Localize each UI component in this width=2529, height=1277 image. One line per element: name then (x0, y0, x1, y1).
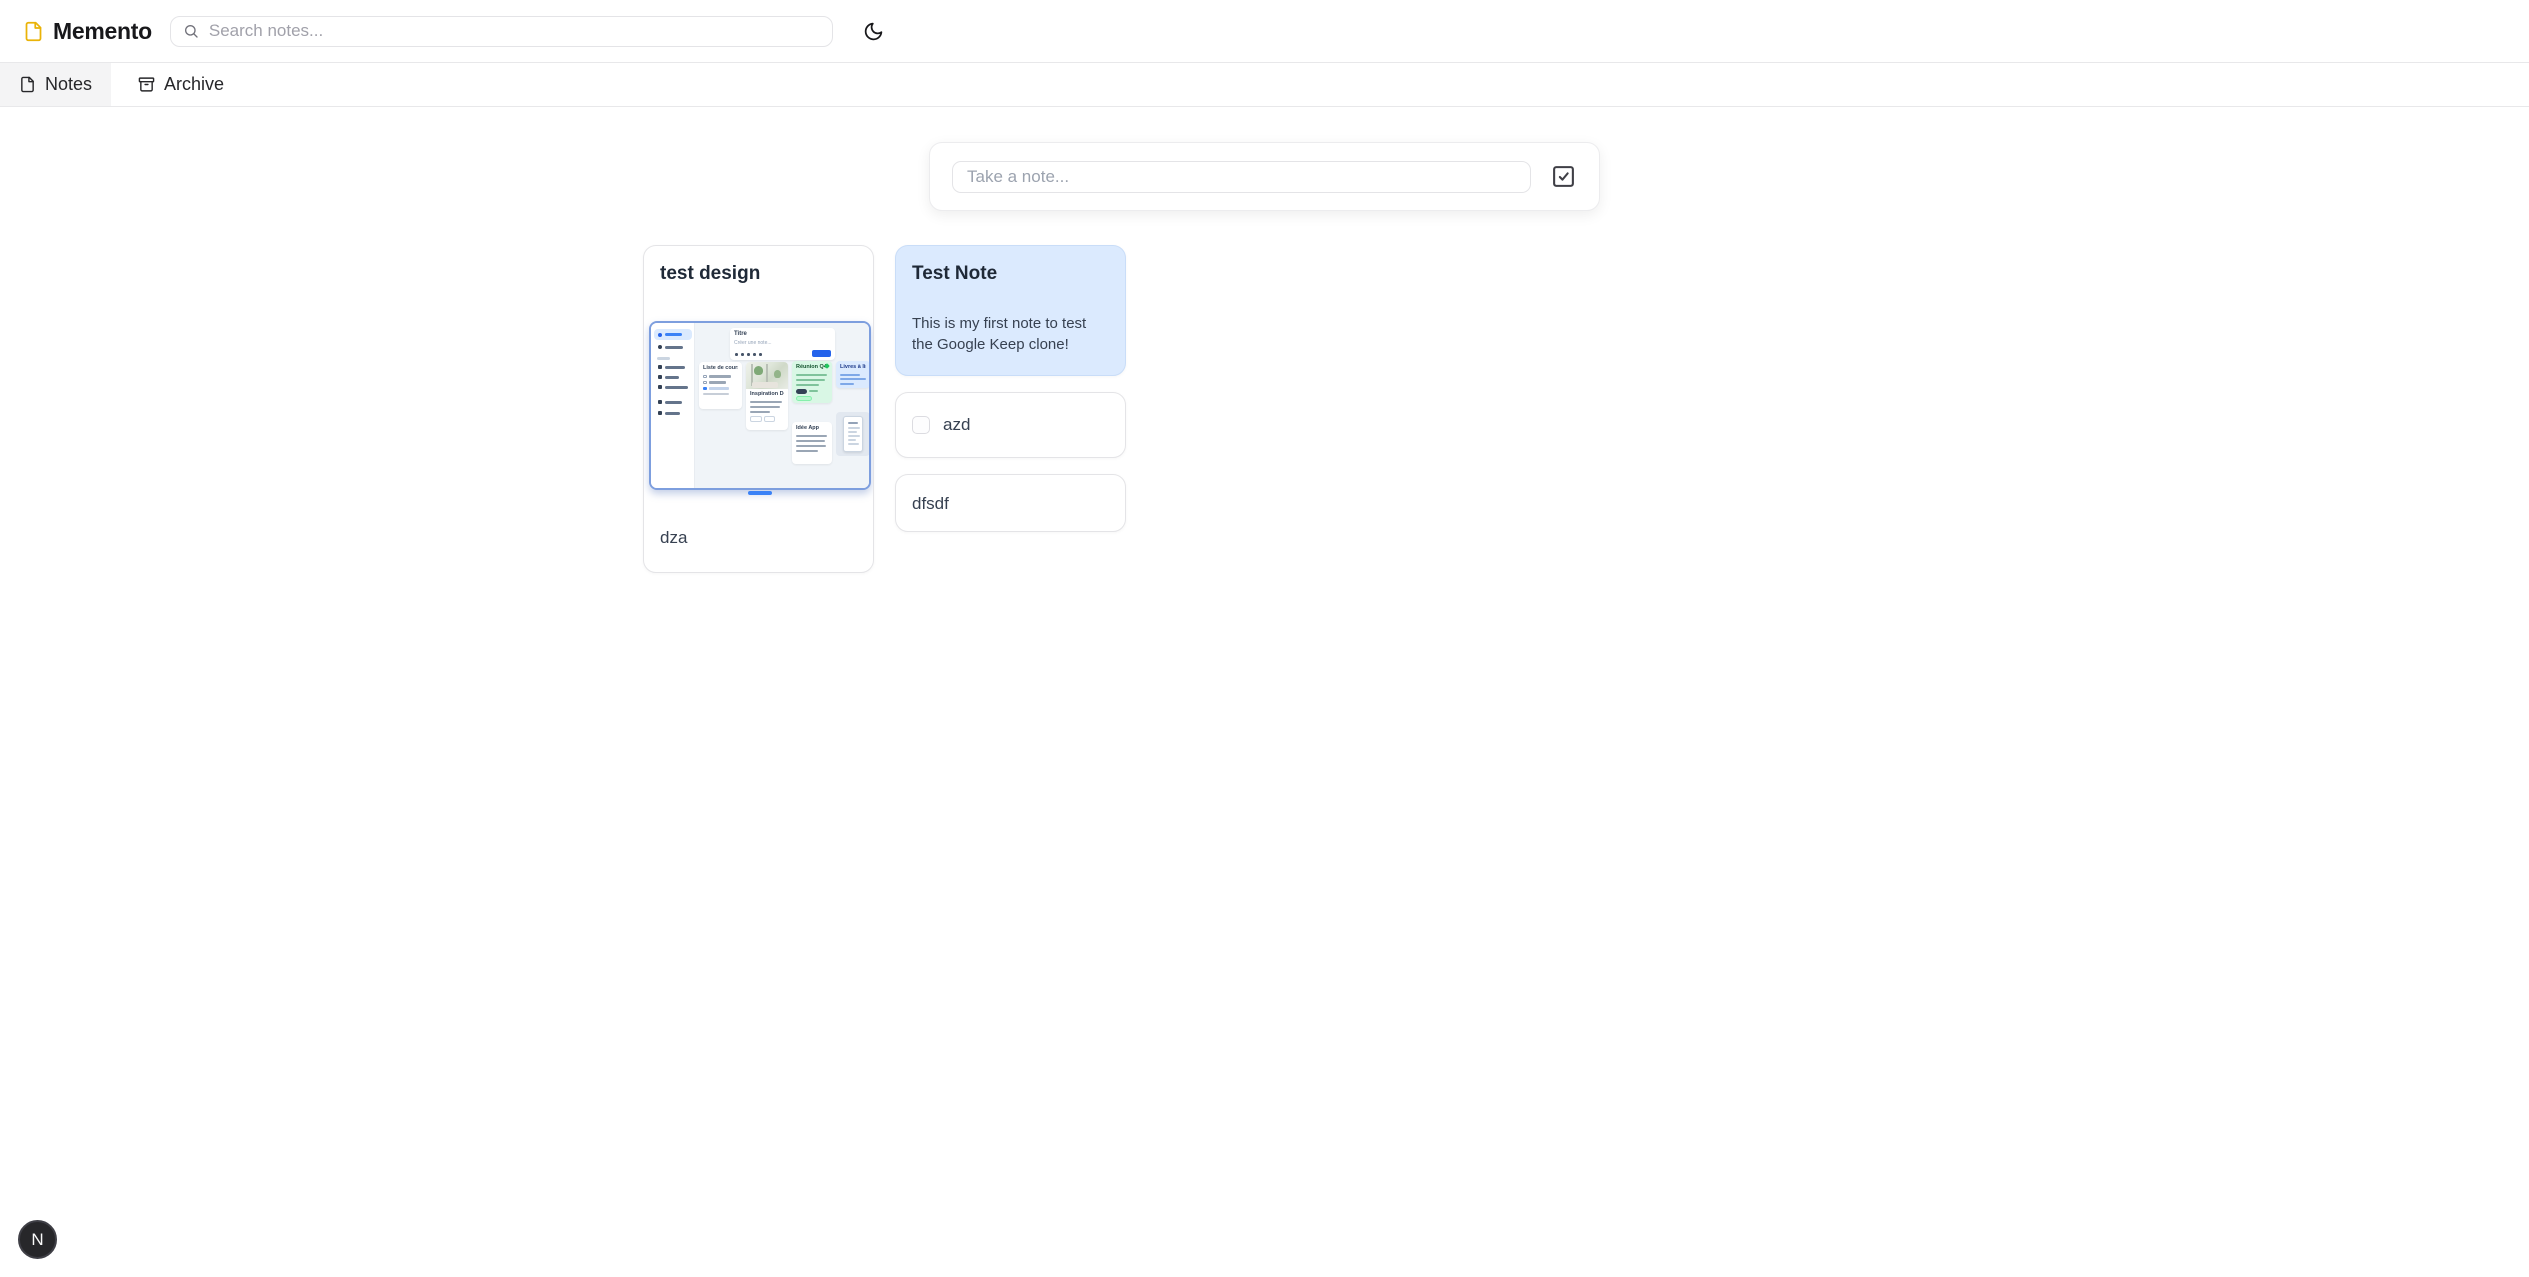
theme-toggle-button[interactable] (856, 13, 892, 49)
preview-resize-handle (748, 491, 772, 495)
app-header: Memento (0, 0, 2529, 63)
check-square-icon (1551, 164, 1576, 189)
checklist-checkbox[interactable] (912, 416, 930, 434)
notes-column-1: test design (643, 245, 874, 573)
note-content: dfsdf (912, 492, 1109, 516)
app-title: Memento (53, 18, 152, 45)
tab-notes-label: Notes (45, 74, 92, 95)
note-card-azd[interactable]: azd (895, 392, 1126, 458)
preview-window: Titre Créer une note... Liste de courses (649, 321, 871, 490)
preview-card-photo: Inspiration Déco (746, 362, 788, 430)
checklist-item-label: azd (943, 413, 970, 437)
note-card-test-design[interactable]: test design (643, 245, 874, 573)
archive-icon (138, 76, 155, 93)
preview-card-blue: Livres à lire (836, 361, 870, 388)
notes-grid: test design (643, 245, 1126, 573)
take-a-note-input[interactable] (952, 161, 1531, 193)
note-card-test-note[interactable]: Test Note This is my first note to test … (895, 245, 1126, 376)
preview-composer: Titre Créer une note... (730, 328, 835, 360)
moon-icon (863, 21, 884, 42)
search-input[interactable] (209, 21, 820, 41)
preview-card-idea: Idée App (792, 422, 832, 464)
search-box (170, 16, 833, 47)
interior-photo (746, 362, 788, 389)
note-content: This is my first note to test the Google… (912, 313, 1109, 355)
note-content: dza (644, 526, 873, 550)
preview-card-green: Réunion Q4 (792, 361, 832, 403)
tab-archive[interactable]: Archive (111, 63, 251, 106)
tab-archive-label: Archive (164, 74, 224, 95)
preview-sidebar (651, 323, 695, 488)
note-title: Test Note (912, 261, 1109, 287)
preview-card-list: Liste de courses (699, 362, 742, 409)
tab-bar: Notes Archive (0, 63, 2529, 107)
profile-avatar-button[interactable]: N (18, 1220, 57, 1259)
file-icon (19, 76, 36, 93)
note-card-dfsdf[interactable]: dfsdf (895, 474, 1126, 532)
notes-column-2: Test Note This is my first note to test … (895, 245, 1126, 573)
note-composer (929, 142, 1600, 211)
app-logo: Memento (23, 18, 152, 45)
note-image-design-preview: Titre Créer une note... Liste de courses (644, 320, 874, 496)
tab-notes[interactable]: Notes (0, 63, 111, 106)
avatar-initial: N (31, 1230, 43, 1250)
new-checklist-button[interactable] (1549, 163, 1577, 191)
search-icon (183, 23, 199, 39)
note-title: test design (644, 261, 873, 287)
file-icon (23, 21, 44, 42)
preview-card-phone (836, 412, 870, 456)
